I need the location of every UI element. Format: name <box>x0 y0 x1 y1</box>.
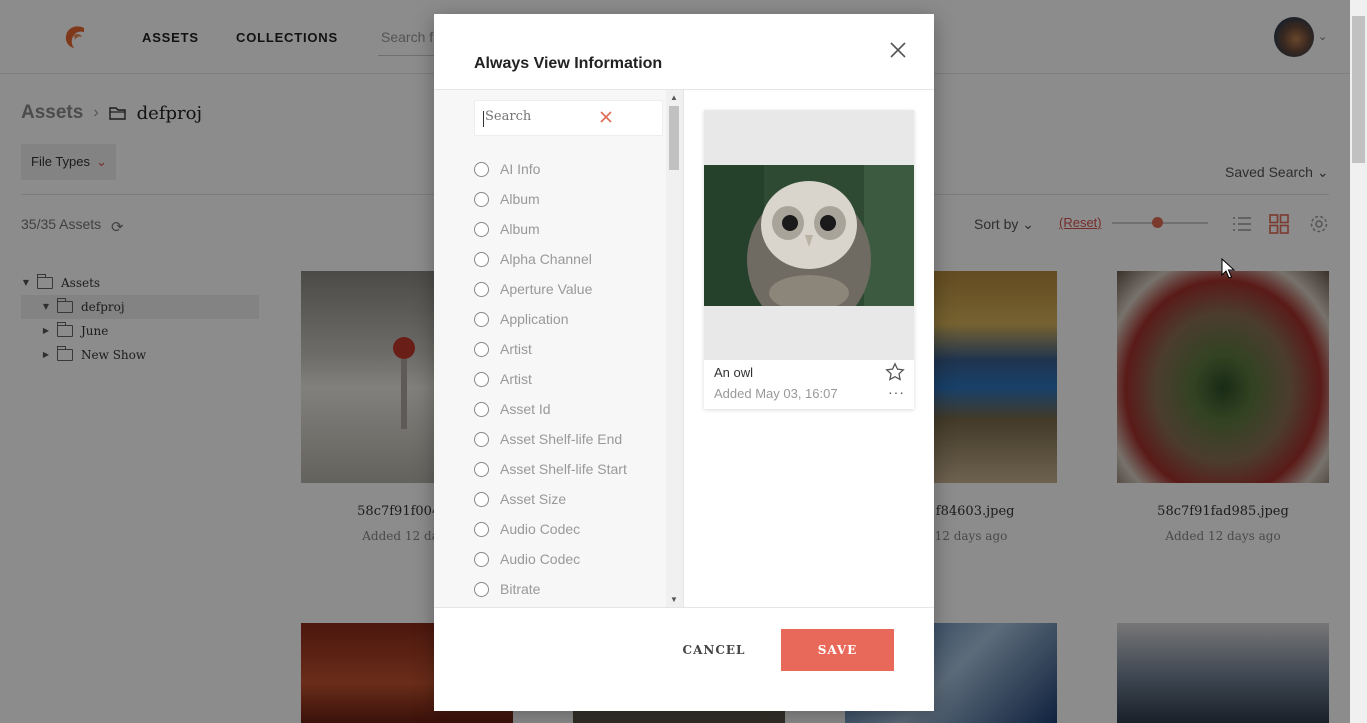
radio-button[interactable] <box>474 371 489 387</box>
always-view-information-dialog: Always View Information AI Info Album Al… <box>434 14 934 711</box>
radio-button[interactable] <box>474 191 489 207</box>
field-option[interactable]: Asset Shelf-life Start <box>474 459 627 479</box>
mouse-cursor-icon <box>1221 258 1235 279</box>
field-option-label: Artist <box>500 371 532 387</box>
field-option[interactable]: Album <box>474 219 540 239</box>
owl-image <box>704 165 914 306</box>
page-scrollbar[interactable] <box>1350 0 1367 723</box>
cancel-button[interactable]: CANCEL <box>674 629 754 671</box>
field-option[interactable]: Audio Codec <box>474 519 580 539</box>
radio-button[interactable] <box>474 221 489 237</box>
preview-title: An owl <box>714 365 754 380</box>
scrollbar-thumb[interactable] <box>1352 16 1365 163</box>
preview-card: An owl Added May 03, 16:07 ··· <box>704 110 914 409</box>
radio-button[interactable] <box>474 341 489 357</box>
field-option-label: Album <box>500 221 540 237</box>
field-list-pane: AI Info Album Album Alpha Channel Apertu… <box>434 90 684 607</box>
preview-image-area <box>704 110 914 360</box>
save-button[interactable]: SAVE <box>781 629 894 671</box>
radio-button[interactable] <box>474 461 489 477</box>
field-option-label: Asset Id <box>500 401 551 417</box>
field-option[interactable]: Artist <box>474 369 532 389</box>
field-option-label: Asset Size <box>500 491 567 507</box>
field-option-label: Artist <box>500 341 532 357</box>
radio-button[interactable] <box>474 311 489 327</box>
field-option-label: Aperture Value <box>500 281 593 297</box>
radio-button[interactable] <box>474 491 489 507</box>
field-option-label: Asset Shelf-life End <box>500 431 623 447</box>
more-options-icon[interactable]: ··· <box>888 384 905 400</box>
radio-button[interactable] <box>474 581 489 597</box>
field-option-label: AI Info <box>500 161 541 177</box>
field-option-label: Audio Codec <box>500 521 581 537</box>
field-option[interactable]: Asset Size <box>474 489 566 509</box>
field-option[interactable]: Asset Shelf-life End <box>474 429 622 449</box>
radio-button[interactable] <box>474 431 489 447</box>
field-option[interactable]: Aperture Value <box>474 279 592 299</box>
field-option[interactable]: Bitrate <box>474 579 540 599</box>
field-option[interactable]: Album <box>474 189 540 209</box>
field-search-input[interactable] <box>483 108 597 125</box>
field-option[interactable]: Artist <box>474 339 532 359</box>
radio-button[interactable] <box>474 281 489 297</box>
preview-date: Added May 03, 16:07 <box>714 386 838 401</box>
field-option[interactable]: Application <box>474 309 569 329</box>
field-option-label: Bitrate <box>500 581 541 597</box>
field-option-label: Album <box>500 191 540 207</box>
clear-search-icon[interactable] <box>599 110 613 124</box>
scroll-up-icon[interactable]: ▲ <box>670 93 678 102</box>
radio-button[interactable] <box>474 251 489 267</box>
radio-button[interactable] <box>474 161 489 177</box>
radio-button[interactable] <box>474 521 489 537</box>
star-icon[interactable] <box>885 362 905 382</box>
close-icon[interactable] <box>888 40 908 60</box>
field-search-box[interactable] <box>474 100 663 136</box>
field-option-label: Application <box>500 311 569 327</box>
field-option-label: Audio Codec <box>500 551 581 567</box>
scroll-down-icon[interactable]: ▼ <box>670 595 678 604</box>
dialog-title: Always View Information <box>474 55 663 72</box>
field-option-label: Asset Shelf-life Start <box>500 461 627 477</box>
divider <box>434 607 934 608</box>
radio-button[interactable] <box>474 551 489 567</box>
field-option[interactable]: Alpha Channel <box>474 249 592 269</box>
field-option-label: Alpha Channel <box>500 251 592 267</box>
field-option[interactable]: Asset Id <box>474 399 551 419</box>
scrollbar-thumb[interactable] <box>669 106 679 170</box>
field-option[interactable]: Audio Codec <box>474 549 580 569</box>
field-list-scrollbar[interactable]: ▲ ▼ <box>666 90 683 607</box>
field-option[interactable]: AI Info <box>474 159 540 179</box>
radio-button[interactable] <box>474 401 489 417</box>
